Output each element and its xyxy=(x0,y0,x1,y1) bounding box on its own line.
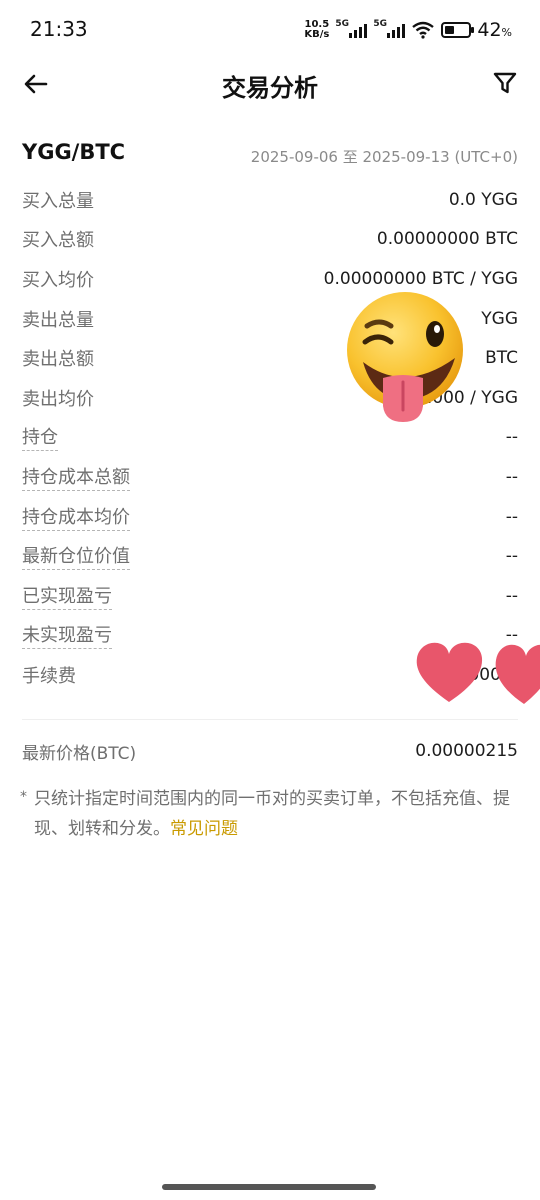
stat-value: BTC xyxy=(485,348,518,369)
stat-value: -- xyxy=(505,546,518,567)
stat-label: 买入总量 xyxy=(22,190,94,212)
filter-icon[interactable] xyxy=(490,68,520,98)
page-title: 交易分析 xyxy=(222,74,318,102)
stat-row-position-value: 最新仓位价值 -- xyxy=(22,536,518,576)
stat-label-tooltip[interactable]: 持仓 xyxy=(22,423,58,452)
stat-value: 0.00000000 BTC xyxy=(376,229,518,250)
stat-value: -- xyxy=(505,506,518,527)
home-indicator[interactable] xyxy=(162,1184,376,1190)
stat-row-buy-total-amount: 买入总额 0.00000000 BTC xyxy=(22,220,518,260)
wifi-icon xyxy=(412,21,435,39)
heart-icon xyxy=(495,644,540,704)
network-speed: 10.5 KB/s xyxy=(304,20,329,40)
pair-header: YGG/BTC 2025-09-06 至 2025-09-13 (UTC+0) xyxy=(22,140,518,170)
stat-value: 0.0 YGG xyxy=(448,189,518,210)
nav-bar: 交易分析 xyxy=(0,60,540,106)
signal-icon: 5G xyxy=(335,19,368,38)
stat-label: 卖出总量 xyxy=(22,309,94,331)
stat-label: 卖出总额 xyxy=(22,349,94,371)
date-range: 2025-09-06 至 2025-09-13 (UTC+0) xyxy=(250,148,518,166)
stat-value: -- xyxy=(505,466,518,487)
latest-price-value: 0.00000215 xyxy=(415,741,518,761)
sim2-label: 5G xyxy=(373,19,388,29)
battery-percent: 42% xyxy=(477,19,512,41)
stat-label: 手续费 xyxy=(22,665,76,687)
stats-list: 买入总量 0.0 YGG 买入总额 0.00000000 BTC 买入均价 0.… xyxy=(22,180,518,695)
stat-label-tooltip[interactable]: 已实现盈亏 xyxy=(22,582,112,610)
latest-price-row: 最新价格(BTC) 0.00000215 xyxy=(22,736,518,766)
stat-label-tooltip[interactable]: 最新仓位价值 xyxy=(22,542,130,571)
trading-pair: YGG/BTC xyxy=(22,140,126,164)
winking-tongue-emoji-icon xyxy=(347,292,463,422)
stat-row-position-cost-total: 持仓成本总额 -- xyxy=(22,457,518,497)
disclaimer-note: * 只统计指定时间范围内的同一币对的买卖订单，不包括充值、提现、划转和分发。常见… xyxy=(20,784,514,844)
stat-row-buy-total-qty: 买入总量 0.0 YGG xyxy=(22,180,518,220)
stat-label: 买入均价 xyxy=(22,269,94,291)
stat-label: 买入总额 xyxy=(22,230,94,252)
signal-icon-2: 5G xyxy=(373,19,406,38)
stat-row-position: 持仓 -- xyxy=(22,418,518,458)
stat-row-realized-pnl: 已实现盈亏 -- xyxy=(22,576,518,616)
stat-label-tooltip[interactable]: 持仓成本总额 xyxy=(22,463,130,491)
stat-label: 卖出均价 xyxy=(22,388,94,410)
stat-value: YGG xyxy=(481,308,518,329)
stat-value: -- xyxy=(505,585,518,606)
stat-label-tooltip[interactable]: 持仓成本均价 xyxy=(22,503,130,531)
status-icons: 10.5 KB/s 5G 5G 42% xyxy=(304,16,512,44)
stat-value: -- xyxy=(505,427,518,448)
faq-link[interactable]: 常见问题 xyxy=(170,819,238,839)
sim1-label: 5G xyxy=(335,19,350,29)
status-bar: 21:33 10.5 KB/s 5G 5G 42% xyxy=(0,0,540,60)
latest-price-label: 最新价格(BTC) xyxy=(22,743,137,764)
status-time: 21:33 xyxy=(30,17,88,41)
network-speed-unit: KB/s xyxy=(304,29,330,40)
heart-icon xyxy=(416,642,483,702)
divider xyxy=(22,719,518,720)
stat-label-tooltip[interactable]: 未实现盈亏 xyxy=(22,621,112,650)
note-text: 只统计指定时间范围内的同一币对的买卖订单，不包括充值、提现、划转和分发。 xyxy=(34,789,510,839)
note-asterisk: * xyxy=(20,789,27,805)
stat-row-position-cost-avg: 持仓成本均价 -- xyxy=(22,497,518,537)
battery-icon xyxy=(441,22,475,38)
